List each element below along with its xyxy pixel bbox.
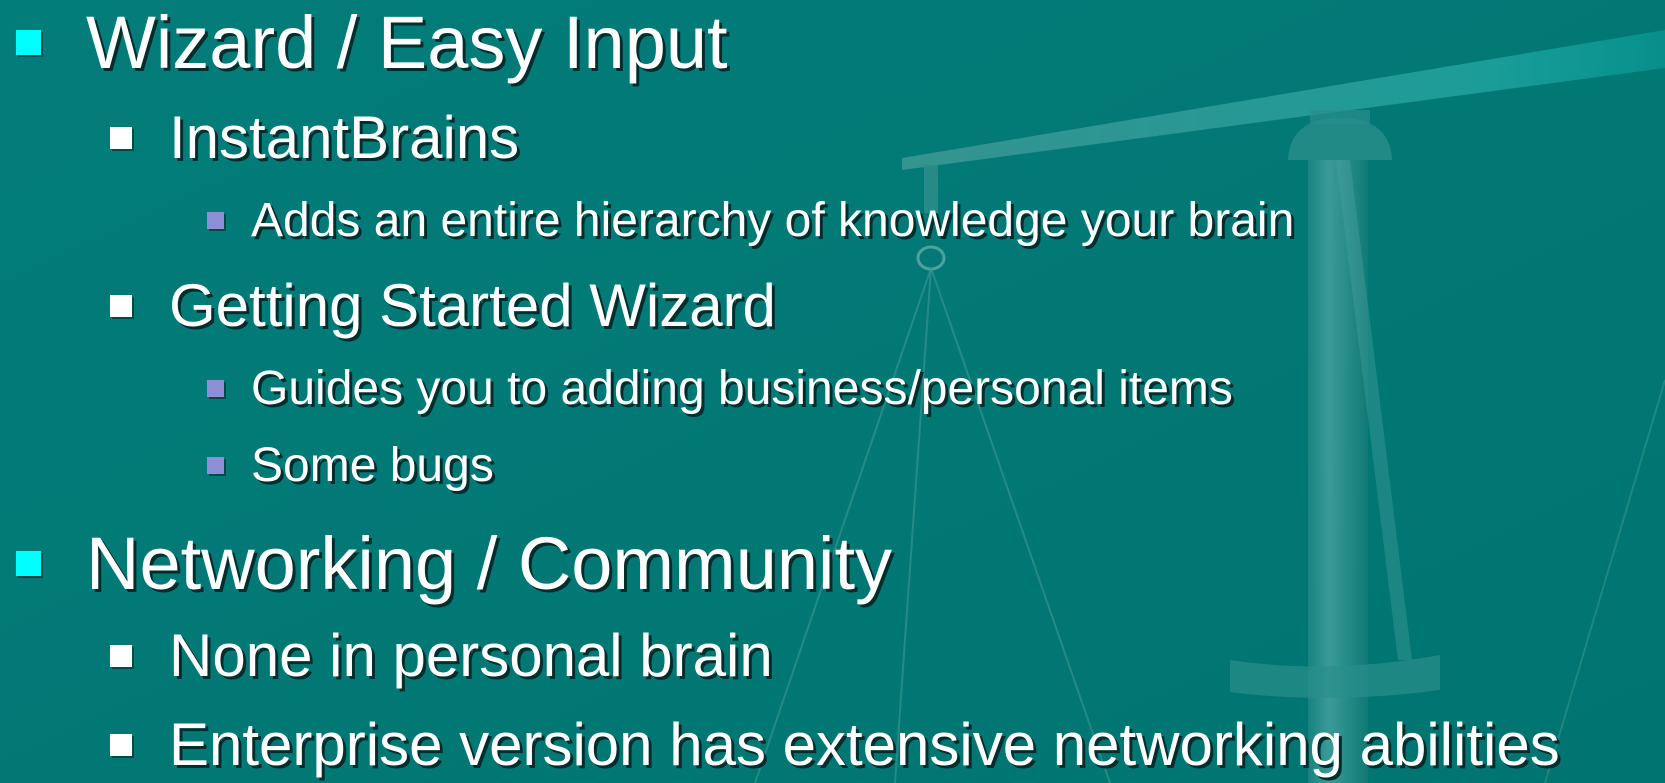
square-bullet-icon — [207, 212, 224, 229]
square-bullet-icon — [110, 294, 132, 317]
bullet-label: InstantBrains — [169, 104, 520, 171]
bullet-none-in-personal-brain: None in personal brain — [110, 621, 773, 690]
bullet-label: Getting Started Wizard — [169, 272, 776, 339]
bullet-enterprise-version: Enterprise version has extensive network… — [110, 710, 1560, 779]
bullet-label: Guides you to adding business/personal i… — [251, 362, 1233, 415]
square-bullet-icon — [16, 30, 41, 55]
bullet-label: Adds an entire hierarchy of knowledge yo… — [251, 194, 1295, 247]
slide-body: Wizard / Easy Input InstantBrains Adds a… — [0, 0, 1665, 783]
square-bullet-icon — [207, 380, 224, 397]
bullet-instantbrains: InstantBrains — [110, 103, 519, 172]
square-bullet-icon — [110, 126, 132, 149]
square-bullet-icon — [16, 551, 41, 576]
bullet-label: Wizard / Easy Input — [86, 1, 728, 84]
bullet-adds-hierarchy: Adds an entire hierarchy of knowledge yo… — [207, 193, 1294, 248]
bullet-some-bugs: Some bugs — [207, 438, 494, 493]
square-bullet-icon — [207, 457, 224, 474]
square-bullet-icon — [110, 644, 132, 667]
bullet-label: None in personal brain — [169, 622, 773, 689]
square-bullet-icon — [110, 733, 132, 756]
bullet-guides-you: Guides you to adding business/personal i… — [207, 361, 1233, 416]
bullet-wizard-easy-input: Wizard / Easy Input — [16, 0, 728, 85]
bullet-label: Networking / Community — [86, 522, 893, 605]
bullet-getting-started-wizard: Getting Started Wizard — [110, 271, 776, 340]
bullet-label: Some bugs — [251, 439, 494, 492]
bullet-label: Enterprise version has extensive network… — [169, 711, 1560, 778]
bullet-networking-community: Networking / Community — [16, 521, 892, 606]
